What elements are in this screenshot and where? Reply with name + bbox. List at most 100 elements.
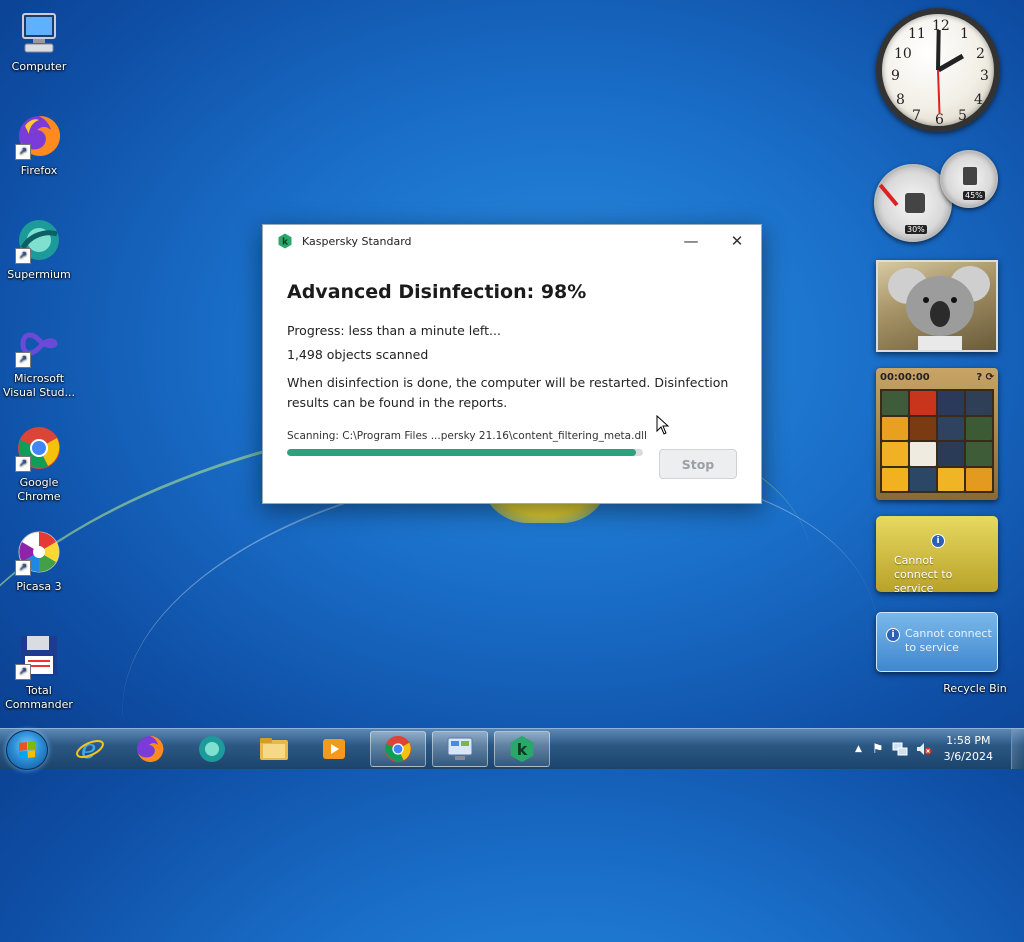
clock-number: 5 <box>958 108 967 124</box>
info-icon: i <box>931 534 945 548</box>
cpu-meter-gadget[interactable]: 30% 45% <box>874 150 1002 246</box>
puzzle-tile[interactable] <box>938 467 964 491</box>
puzzle-tile[interactable] <box>882 391 908 415</box>
kaspersky-dialog: k Kaspersky Standard — ✕ Advanced Disinf… <box>262 224 762 504</box>
desktop-icon-total-commander[interactable]: ↗ Total Commander <box>0 632 78 712</box>
taskbar-internet-explorer[interactable]: e <box>62 731 118 767</box>
taskbar-control-panel[interactable] <box>432 731 488 767</box>
puzzle-tile[interactable] <box>910 442 936 466</box>
svg-text:k: k <box>282 238 289 248</box>
desktop-icon-visual-studio[interactable]: ↗ Microsoft Visual Stud... <box>0 320 78 400</box>
shortcut-arrow-icon: ↗ <box>15 352 31 368</box>
shortcut-arrow-icon: ↗ <box>15 664 31 680</box>
taskbar-kaspersky[interactable]: k <box>494 731 550 767</box>
feed-message: Cannot connect to service <box>905 627 992 654</box>
feed-headlines-gadget[interactable]: i Cannot connect to service <box>876 612 998 672</box>
clock-number: 12 <box>932 18 950 34</box>
clock-number: 1 <box>960 26 969 42</box>
shortcut-arrow-icon: ↗ <box>15 144 31 160</box>
weather-gadget[interactable]: i Cannot connect to service <box>876 516 998 595</box>
taskbar-supermium[interactable] <box>184 731 240 767</box>
puzzle-tile[interactable] <box>882 416 908 440</box>
puzzle-tile[interactable] <box>910 416 936 440</box>
chrome-icon <box>384 735 412 763</box>
show-hidden-icons-icon[interactable]: ▲ <box>855 744 862 754</box>
progress-bar-fill <box>287 449 636 456</box>
show-desktop-button[interactable] <box>1011 729 1024 769</box>
dialog-title: Kaspersky Standard <box>302 234 412 248</box>
clock-second-hand <box>937 69 941 115</box>
picture-puzzle-gadget[interactable]: 00:00:00 ? ⟳ <box>876 368 998 500</box>
puzzle-tile[interactable] <box>966 416 992 440</box>
clock-gadget[interactable]: 12 1 2 3 4 5 6 7 8 9 10 11 <box>876 8 1000 132</box>
desktop-icon-label: Picasa 3 <box>16 580 62 593</box>
picasa-icon: ↗ <box>15 528 63 576</box>
desktop-icon-label: Recycle Bin <box>943 682 1007 695</box>
info-icon: i <box>886 628 900 642</box>
puzzle-tile[interactable] <box>882 467 908 491</box>
puzzle-tile[interactable] <box>966 442 992 466</box>
scanning-path-text: Scanning: C:\Program Files ...persky 21.… <box>287 430 647 442</box>
cpu-needle <box>878 183 899 207</box>
desktop-icon-picasa[interactable]: ↗ Picasa 3 <box>0 528 78 594</box>
taskbar-chrome[interactable] <box>370 731 426 767</box>
desktop-icon-firefox[interactable]: ↗ Firefox <box>0 112 78 178</box>
kaspersky-logo-icon: k <box>278 233 292 249</box>
shortcut-arrow-icon: ↗ <box>15 560 31 576</box>
info-text-line1: When disinfection is done, the computer … <box>287 375 729 390</box>
clock-number: 3 <box>980 68 989 84</box>
taskbar-firefox[interactable] <box>122 731 178 767</box>
action-center-flag-icon[interactable]: ⚑ <box>872 742 884 757</box>
koala-photo <box>888 266 990 350</box>
puzzle-tile[interactable] <box>910 467 936 491</box>
puzzle-tile[interactable] <box>966 391 992 415</box>
desktop-icon-label: Computer <box>11 60 67 73</box>
svg-text:e: e <box>81 735 96 764</box>
volume-muted-icon[interactable] <box>916 742 932 756</box>
memory-chip-icon <box>963 167 977 185</box>
desktop-icon-label: Firefox <box>20 164 58 177</box>
clock-number: 7 <box>912 108 921 124</box>
desktop-icon-label: Microsoft Visual Stud... <box>2 372 76 399</box>
taskbar-date: 3/6/2024 <box>943 750 993 763</box>
desktop-icon-recycle-bin[interactable]: Recycle Bin <box>936 682 1014 696</box>
system-tray: ▲ ⚑ 1:58 PM 3/6/2024 <box>855 729 1024 769</box>
start-button[interactable] <box>6 730 48 770</box>
desktop-icon-google-chrome[interactable]: ↗ Google Chrome <box>0 424 78 504</box>
clock-number: 4 <box>974 92 983 108</box>
windows-logo-icon <box>19 741 35 759</box>
firefox-icon: ↗ <box>15 112 63 160</box>
puzzle-tile[interactable] <box>910 391 936 415</box>
media-player-icon <box>323 739 345 759</box>
close-button[interactable]: ✕ <box>725 231 749 251</box>
clock-number: 8 <box>896 92 905 108</box>
puzzle-tile[interactable] <box>938 442 964 466</box>
network-icon[interactable] <box>892 742 908 756</box>
taskbar-file-explorer[interactable] <box>246 731 302 767</box>
desktop-icon-computer[interactable]: Computer <box>0 8 78 74</box>
weather-message: Cannot connect to service <box>894 554 953 595</box>
mouse-cursor-icon <box>656 415 670 435</box>
memory-value: 45% <box>963 191 985 200</box>
desktop-icon-label: Supermium <box>7 268 71 281</box>
cpu-value: 30% <box>905 225 927 234</box>
taskbar-clock[interactable]: 1:58 PM 3/6/2024 <box>944 733 993 765</box>
firefox-icon <box>137 735 164 762</box>
memory-gauge: 45% <box>940 150 998 208</box>
stop-button[interactable]: Stop <box>659 449 737 479</box>
progress-text: Progress: less than a minute left... <box>287 323 501 338</box>
svg-text:k: k <box>517 740 528 759</box>
taskbar-media-player[interactable] <box>306 731 362 767</box>
puzzle-tile[interactable] <box>938 416 964 440</box>
puzzle-help-icon[interactable]: ? ⟳ <box>976 372 994 386</box>
minimize-button[interactable]: — <box>679 231 703 251</box>
puzzle-tile[interactable] <box>966 467 992 491</box>
puzzle-tile[interactable] <box>938 391 964 415</box>
slideshow-gadget[interactable] <box>876 260 998 352</box>
clock-number: 11 <box>908 26 926 42</box>
shortcut-arrow-icon: ↗ <box>15 248 31 264</box>
desktop-icon-supermium[interactable]: ↗ Supermium <box>0 216 78 282</box>
puzzle-tile[interactable] <box>882 442 908 466</box>
cpu-chip-icon <box>905 193 925 213</box>
objects-scanned-text: 1,498 objects scanned <box>287 347 429 362</box>
